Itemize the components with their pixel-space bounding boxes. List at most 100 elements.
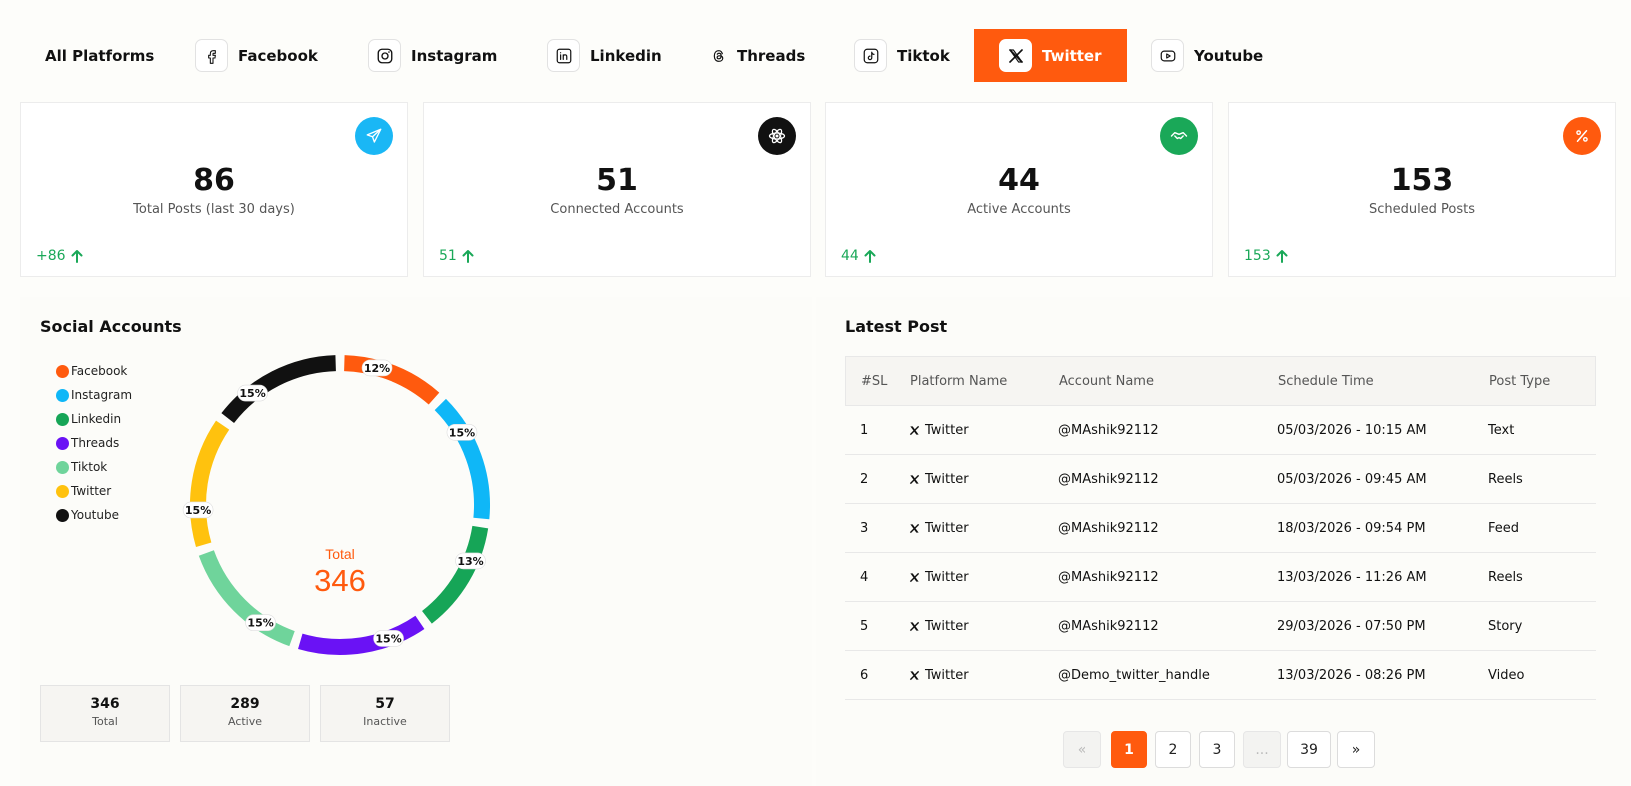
cell-post-type: Video — [1488, 667, 1525, 683]
tab-linkedin[interactable]: Linkedin — [547, 29, 662, 82]
atom-icon — [758, 117, 796, 155]
cell-platform: Twitter — [909, 619, 1058, 634]
cell-platform: Twitter — [909, 570, 1058, 585]
legend-dot — [56, 508, 69, 522]
donut-percent-label: 15% — [237, 384, 268, 402]
legend-item-threads[interactable]: Threads — [56, 431, 132, 455]
legend-label: Facebook — [71, 364, 128, 378]
cell-platform-text: Twitter — [925, 422, 969, 438]
legend-item-tiktok[interactable]: Tiktok — [56, 455, 132, 479]
pagination-page-39[interactable]: 39 — [1287, 731, 1331, 768]
pagination-page-2[interactable]: 2 — [1155, 731, 1191, 768]
table-row[interactable]: 4 Twitter @MAshik92112 13/03/2026 - 11:2… — [845, 553, 1596, 602]
stat-value: 86 — [193, 163, 235, 198]
tab-twitter[interactable]: Twitter — [974, 29, 1127, 82]
cell-account: @MAshik92112 — [1058, 471, 1159, 487]
stat-delta: 51 — [439, 248, 474, 264]
instagram-icon — [368, 39, 401, 72]
legend-label: Linkedin — [71, 412, 122, 426]
legend-label: Tiktok — [71, 460, 108, 474]
tiktok-icon — [854, 39, 887, 72]
cell-platform-text: Twitter — [925, 569, 969, 585]
pagination-page-3[interactable]: 3 — [1199, 731, 1235, 768]
tab-tiktok[interactable]: Tiktok — [854, 29, 950, 82]
table-row[interactable]: 6 Twitter @Demo_twitter_handle 13/03/202… — [845, 651, 1596, 700]
summary-inactive: 57 Inactive — [320, 685, 450, 742]
cell-platform-text: Twitter — [925, 618, 969, 634]
stat-label: Total Posts (last 30 days) — [133, 202, 295, 217]
cell-schedule: 29/03/2026 - 07:50 PM — [1277, 618, 1426, 634]
legend-item-instagram[interactable]: Instagram — [56, 383, 132, 407]
chart-legend: Facebook Instagram Linkedin Threads Tiktok Tw… — [56, 359, 132, 527]
cell-schedule: 13/03/2026 - 11:26 AM — [1277, 569, 1427, 585]
donut-percent-text: 15% — [449, 426, 475, 439]
summary-value: 346 — [90, 696, 120, 712]
donut-center-value: 346 — [314, 563, 366, 598]
table-row[interactable]: 3 Twitter @MAshik92112 18/03/2026 - 09:5… — [845, 504, 1596, 553]
cell-platform-text: Twitter — [925, 471, 969, 487]
legend-dot — [56, 388, 69, 402]
pagination-first-button[interactable]: « — [1063, 731, 1101, 768]
social-accounts-title: Social Accounts — [40, 317, 182, 336]
table-row[interactable]: 2 Twitter @MAshik92112 05/03/2026 - 09:4… — [845, 455, 1596, 504]
legend-dot — [56, 412, 69, 426]
legend-dot — [56, 436, 69, 450]
stat-label: Active Accounts — [967, 202, 1071, 217]
table-row[interactable]: 1 Twitter @MAshik92112 05/03/2026 - 10:1… — [845, 406, 1596, 455]
social-accounts-panel: Social Accounts Facebook Instagram Linkedi… — [20, 297, 812, 786]
x-icon — [909, 474, 920, 484]
donut-percent-text: 15% — [375, 632, 401, 645]
pagination-last-button[interactable]: » — [1337, 731, 1375, 768]
tab-label: Instagram — [411, 46, 498, 65]
tab-instagram[interactable]: Instagram — [368, 29, 497, 82]
donut-percent-text: 12% — [364, 362, 390, 375]
table-row[interactable]: 5 Twitter @MAshik92112 29/03/2026 - 07:5… — [845, 602, 1596, 651]
cell-account: @MAshik92112 — [1058, 520, 1159, 536]
cell-platform: Twitter — [909, 472, 1058, 487]
donut-segment-instagram[interactable] — [434, 398, 490, 520]
col-header-schedule: Schedule Time — [1278, 373, 1374, 389]
cell-sl: 6 — [860, 667, 869, 683]
legend-item-facebook[interactable]: Facebook — [56, 359, 132, 383]
legend-item-twitter[interactable]: Twitter — [56, 479, 132, 503]
cell-account: @MAshik92112 — [1058, 618, 1159, 634]
tab-youtube[interactable]: Youtube — [1151, 29, 1263, 82]
cell-schedule: 13/03/2026 - 08:26 PM — [1277, 667, 1426, 683]
legend-item-youtube[interactable]: Youtube — [56, 503, 132, 527]
donut-percent-label: 13% — [455, 552, 486, 570]
pagination-page-1[interactable]: 1 — [1111, 731, 1147, 768]
donut-segment-linkedin[interactable] — [421, 525, 489, 624]
legend-item-linkedin[interactable]: Linkedin — [56, 407, 132, 431]
tab-label: Youtube — [1194, 46, 1264, 65]
latest-post-table: #SL Platform Name Account Name Schedule … — [845, 356, 1596, 700]
latest-post-title: Latest Post — [845, 317, 948, 336]
threads-icon — [709, 39, 729, 72]
stat-delta: +86 — [36, 248, 83, 264]
tab-label: Twitter — [1042, 46, 1102, 65]
arrow-up-icon — [864, 250, 876, 263]
tab-all-platforms[interactable]: All Platforms — [45, 29, 154, 82]
cell-sl: 1 — [860, 422, 869, 438]
summary-total: 346 Total — [40, 685, 170, 742]
summary-label: Active — [227, 715, 263, 728]
stat-card-scheduled-posts: 153 Scheduled Posts 153 — [1228, 102, 1616, 277]
donut-segment-twitter[interactable] — [190, 420, 230, 547]
linkedin-icon — [547, 39, 580, 72]
legend-dot — [56, 460, 69, 474]
stat-card-active-accounts: 44 Active Accounts 44 — [825, 102, 1213, 277]
send-icon — [355, 117, 393, 155]
cell-sl: 5 — [860, 618, 869, 634]
donut-percent-label: 15% — [446, 423, 478, 441]
arrow-up-icon — [462, 250, 474, 263]
tab-facebook[interactable]: Facebook — [195, 29, 318, 82]
donut-percent-text: 13% — [457, 555, 483, 568]
col-header-account: Account Name — [1059, 373, 1154, 389]
col-header-sl: #SL — [861, 373, 888, 389]
pagination-ellipsis: ... — [1243, 731, 1281, 768]
x-icon — [999, 39, 1032, 72]
x-icon — [909, 572, 920, 582]
cell-sl: 4 — [860, 569, 869, 585]
x-icon — [909, 670, 920, 680]
tab-threads[interactable]: Threads — [709, 29, 805, 82]
cell-post-type: Reels — [1488, 569, 1523, 585]
